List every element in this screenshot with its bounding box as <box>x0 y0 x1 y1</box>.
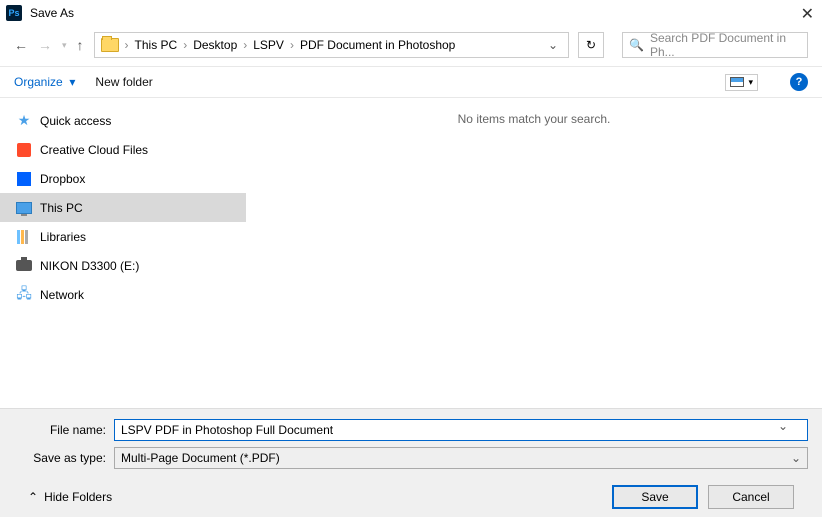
breadcrumb-lspv[interactable]: LSPV <box>249 38 288 52</box>
sidebar-item-label: Network <box>40 288 84 302</box>
breadcrumb-desktop[interactable]: Desktop <box>189 38 241 52</box>
chevron-right-icon: › <box>241 38 249 52</box>
chevron-right-icon: › <box>181 38 189 52</box>
view-mode-button[interactable]: ▾ <box>725 74 758 91</box>
breadcrumb-pdf-document[interactable]: PDF Document in Photoshop <box>296 38 459 52</box>
address-bar[interactable]: › This PC › Desktop › LSPV › PDF Documen… <box>94 32 569 58</box>
sidebar-item-creative-cloud[interactable]: Creative Cloud Files <box>0 135 246 164</box>
save-button[interactable]: Save <box>612 485 698 509</box>
sidebar-item-network[interactable]: 🖧 Network <box>0 280 246 309</box>
close-icon[interactable]: ✕ <box>801 4 814 24</box>
chevron-down-icon: ▾ <box>748 77 753 88</box>
address-dropdown[interactable]: ⌄ <box>540 38 566 52</box>
chevron-up-icon: ⌃ <box>28 490 38 504</box>
savetype-label: Save as type: <box>14 451 114 465</box>
file-list-area: No items match your search. <box>246 98 822 408</box>
sidebar-item-label: Libraries <box>40 230 86 244</box>
libraries-icon <box>16 229 32 245</box>
savetype-value: Multi-Page Document (*.PDF) <box>121 451 280 465</box>
view-icon <box>730 77 744 87</box>
window-title: Save As <box>30 6 74 20</box>
hide-folders-toggle[interactable]: ⌃ Hide Folders <box>28 490 112 504</box>
search-input[interactable]: 🔍 Search PDF Document in Ph... <box>622 32 808 58</box>
folder-icon <box>101 38 119 52</box>
empty-message: No items match your search. <box>458 112 611 126</box>
help-button[interactable]: ? <box>790 73 808 91</box>
pc-icon <box>16 200 32 216</box>
creative-cloud-icon <box>16 142 32 158</box>
savetype-select[interactable]: Multi-Page Document (*.PDF) ⌄ <box>114 447 808 469</box>
sidebar-item-label: Creative Cloud Files <box>40 143 148 157</box>
camera-icon <box>16 258 32 274</box>
sidebar-item-quick-access[interactable]: ★ Quick access <box>0 106 246 135</box>
search-icon: 🔍 <box>629 38 644 52</box>
sidebar-item-this-pc[interactable]: This PC <box>0 193 246 222</box>
sidebar-item-libraries[interactable]: Libraries <box>0 222 246 251</box>
back-button[interactable]: ← <box>14 37 28 53</box>
refresh-button[interactable]: ↻ <box>578 32 604 58</box>
photoshop-icon: Ps <box>6 5 22 21</box>
up-button[interactable]: ↑ <box>77 37 84 53</box>
sidebar-item-label: This PC <box>40 201 83 215</box>
organize-button[interactable]: Organize ▾ <box>14 75 75 89</box>
breadcrumb-this-pc[interactable]: This PC <box>131 38 182 52</box>
sidebar-item-label: NIKON D3300 (E:) <box>40 259 139 273</box>
cancel-button[interactable]: Cancel <box>708 485 794 509</box>
sidebar: ★ Quick access Creative Cloud Files Drop… <box>0 98 246 408</box>
sidebar-item-dropbox[interactable]: Dropbox <box>0 164 246 193</box>
chevron-right-icon: › <box>288 38 296 52</box>
chevron-right-icon: › <box>123 38 131 52</box>
sidebar-item-label: Dropbox <box>40 172 85 186</box>
dropbox-icon <box>16 171 32 187</box>
network-icon: 🖧 <box>16 287 32 303</box>
sidebar-item-label: Quick access <box>40 114 111 128</box>
filename-input[interactable] <box>114 419 808 441</box>
hide-folders-label: Hide Folders <box>44 490 112 504</box>
search-placeholder: Search PDF Document in Ph... <box>650 31 801 59</box>
recent-dropdown[interactable]: ▾ <box>62 40 67 51</box>
chevron-down-icon: ⌄ <box>791 451 801 465</box>
sidebar-item-nikon-drive[interactable]: NIKON D3300 (E:) <box>0 251 246 280</box>
filename-label: File name: <box>14 423 114 437</box>
forward-button[interactable]: → <box>38 37 52 53</box>
new-folder-button[interactable]: New folder <box>95 75 152 89</box>
star-icon: ★ <box>16 113 32 129</box>
